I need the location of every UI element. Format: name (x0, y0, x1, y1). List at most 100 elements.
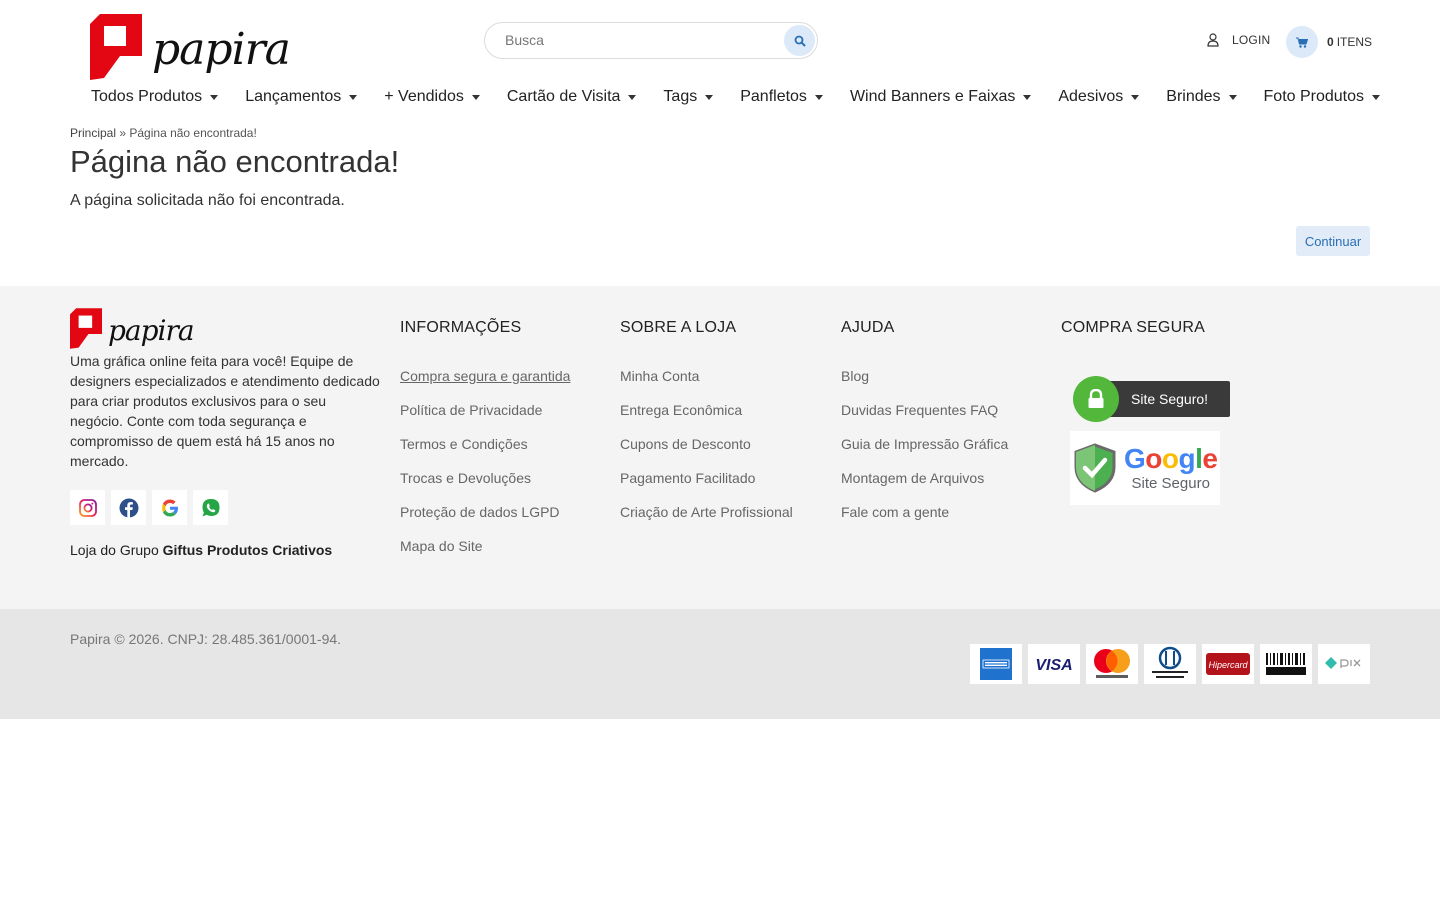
nav-lancamentos[interactable]: Lançamentos (245, 88, 358, 106)
caret-down-icon (471, 95, 480, 100)
whatsapp-icon (202, 498, 219, 516)
footer-link-mapa[interactable]: Mapa do Site (400, 537, 570, 571)
nav-panfletos[interactable]: Panfletos (740, 88, 823, 106)
breadcrumb-home[interactable]: Principal (70, 126, 116, 140)
payment-hipercard: Hipercard (1202, 644, 1254, 684)
nav-label: Todos Produtos (91, 88, 203, 105)
nav-label: Wind Banners e Faixas (849, 88, 1016, 105)
logo-wordmark: papira (108, 314, 195, 347)
caret-down-icon (1228, 95, 1237, 100)
group-info: Loja do Grupo Giftus Produtos Criativos (70, 542, 332, 558)
footer-link-montagem[interactable]: Montagem de Arquivos (841, 469, 1008, 503)
nav-label: Brindes (1166, 88, 1221, 105)
user-icon (1207, 33, 1219, 47)
bottom-bar: Papira © 2026. CNPJ: 28.485.361/0001-94.… (0, 609, 1440, 719)
whatsapp-link[interactable] (193, 490, 228, 525)
google-icon (161, 499, 178, 516)
continue-button[interactable]: Continuar (1296, 226, 1370, 256)
american-express-icon (980, 648, 1012, 680)
footer-link-guia[interactable]: Guia de Impressão Gráfica (841, 435, 1008, 469)
footer-col-ajuda: AJUDA Blog Duvidas Frequentes FAQ Guia d… (841, 319, 1008, 537)
google-word: Google (1124, 442, 1218, 474)
footer-link-entrega[interactable]: Entrega Econômica (620, 401, 793, 435)
footer-link-minha-conta[interactable]: Minha Conta (620, 367, 793, 401)
payment-visa: VISA (1028, 644, 1080, 684)
cart-icon (1296, 37, 1308, 48)
nav-mais-vendidos[interactable]: + Vendidos (384, 88, 480, 106)
site-logo[interactable]: papira (90, 14, 291, 80)
footer-col-title: AJUDA (841, 319, 895, 336)
diners-club-icon (1152, 646, 1188, 678)
payment-diners (1144, 644, 1196, 684)
search-button[interactable] (784, 25, 815, 56)
hipercard-icon: Hipercard (1206, 653, 1250, 675)
breadcrumb-separator: » (116, 126, 130, 140)
google-link[interactable] (152, 490, 187, 525)
footer-link-faq[interactable]: Duvidas Frequentes FAQ (841, 401, 1008, 435)
facebook-icon (119, 498, 138, 518)
nav-tags[interactable]: Tags (663, 88, 714, 106)
padlock-icon (1088, 389, 1104, 408)
cart-count: 0 (1327, 35, 1334, 49)
payment-methods: VISA Hipercard (970, 644, 1370, 684)
payment-boleto (1260, 644, 1312, 684)
svg-text:VISA: VISA (1035, 657, 1072, 672)
payment-pix (1318, 644, 1370, 684)
footer-link-termos[interactable]: Termos e Condições (400, 435, 570, 469)
footer-logo[interactable]: papira (70, 308, 195, 349)
caret-down-icon (1023, 95, 1032, 100)
facebook-link[interactable] (111, 490, 146, 525)
footer-link-criacao-arte[interactable]: Criação de Arte Profissional (620, 503, 793, 537)
search-bar (484, 22, 818, 59)
caret-down-icon (705, 95, 714, 100)
footer-link-lgpd[interactable]: Proteção de dados LGPD (400, 503, 570, 537)
papira-logo-icon (70, 308, 102, 349)
breadcrumb: Principal » Página não encontrada! (70, 126, 257, 140)
nav-todos-produtos[interactable]: Todos Produtos (91, 88, 219, 106)
instagram-link[interactable] (70, 490, 105, 525)
nav-foto-produtos[interactable]: Foto Produtos (1264, 88, 1381, 106)
footer-link-cupons[interactable]: Cupons de Desconto (620, 435, 793, 469)
login-link[interactable]: LOGIN (1207, 33, 1270, 47)
instagram-icon (78, 498, 97, 517)
boleto-icon (1266, 653, 1306, 675)
footer-link-fale-conosco[interactable]: Fale com a gente (841, 503, 1008, 537)
main-nav: Todos Produtos Lançamentos + Vendidos Ca… (91, 88, 1381, 106)
pix-icon (1325, 657, 1361, 669)
caret-down-icon (628, 95, 637, 100)
footer-link-compra-segura[interactable]: Compra segura e garantida (400, 367, 570, 401)
social-links (70, 490, 234, 525)
cart-icon-wrap (1286, 26, 1318, 58)
shield-check-icon (1074, 443, 1116, 493)
nav-brindes[interactable]: Brindes (1166, 88, 1237, 106)
nav-label: Lançamentos (245, 88, 342, 105)
footer-link-privacidade[interactable]: Política de Privacidade (400, 401, 570, 435)
breadcrumb-current: Página não encontrada! (129, 126, 257, 140)
nav-adesivos[interactable]: Adesivos (1058, 88, 1140, 106)
nav-label: Tags (663, 88, 698, 105)
cart-link[interactable]: 0 ITENS (1286, 26, 1372, 58)
footer-link-trocas[interactable]: Trocas e Devoluções (400, 469, 570, 503)
payment-mastercard (1086, 644, 1138, 684)
footer: papira Uma gráfica online feita para voc… (0, 286, 1440, 609)
footer-link-blog[interactable]: Blog (841, 367, 1008, 401)
footer-col-informacoes: INFORMAÇÕES Compra segura e garantida Po… (400, 319, 570, 571)
group-name: Giftus Produtos Criativos (162, 542, 333, 558)
footer-link-pagamento[interactable]: Pagamento Facilitado (620, 469, 793, 503)
login-label: LOGIN (1232, 33, 1271, 47)
google-safe-browsing-badge[interactable]: Google Site Seguro (1070, 431, 1220, 505)
nav-cartao-de-visita[interactable]: Cartão de Visita (507, 88, 637, 106)
footer-col-title: COMPRA SEGURA (1061, 319, 1205, 336)
search-input[interactable] (505, 32, 775, 48)
nav-label: Adesivos (1058, 88, 1124, 105)
site-seguro-badge[interactable]: Site Seguro! (1073, 376, 1231, 422)
group-prefix: Loja do Grupo (70, 542, 163, 558)
nav-wind-banners[interactable]: Wind Banners e Faixas (849, 88, 1032, 106)
mastercard-icon (1094, 649, 1130, 678)
footer-about-text: Uma gráfica online feita para você! Equi… (70, 353, 380, 469)
search-icon (794, 35, 806, 47)
padlock-icon-wrap (1073, 376, 1119, 422)
caret-down-icon (1372, 95, 1381, 100)
nav-label: + Vendidos (384, 88, 464, 105)
logo-wordmark: papira (152, 24, 291, 75)
